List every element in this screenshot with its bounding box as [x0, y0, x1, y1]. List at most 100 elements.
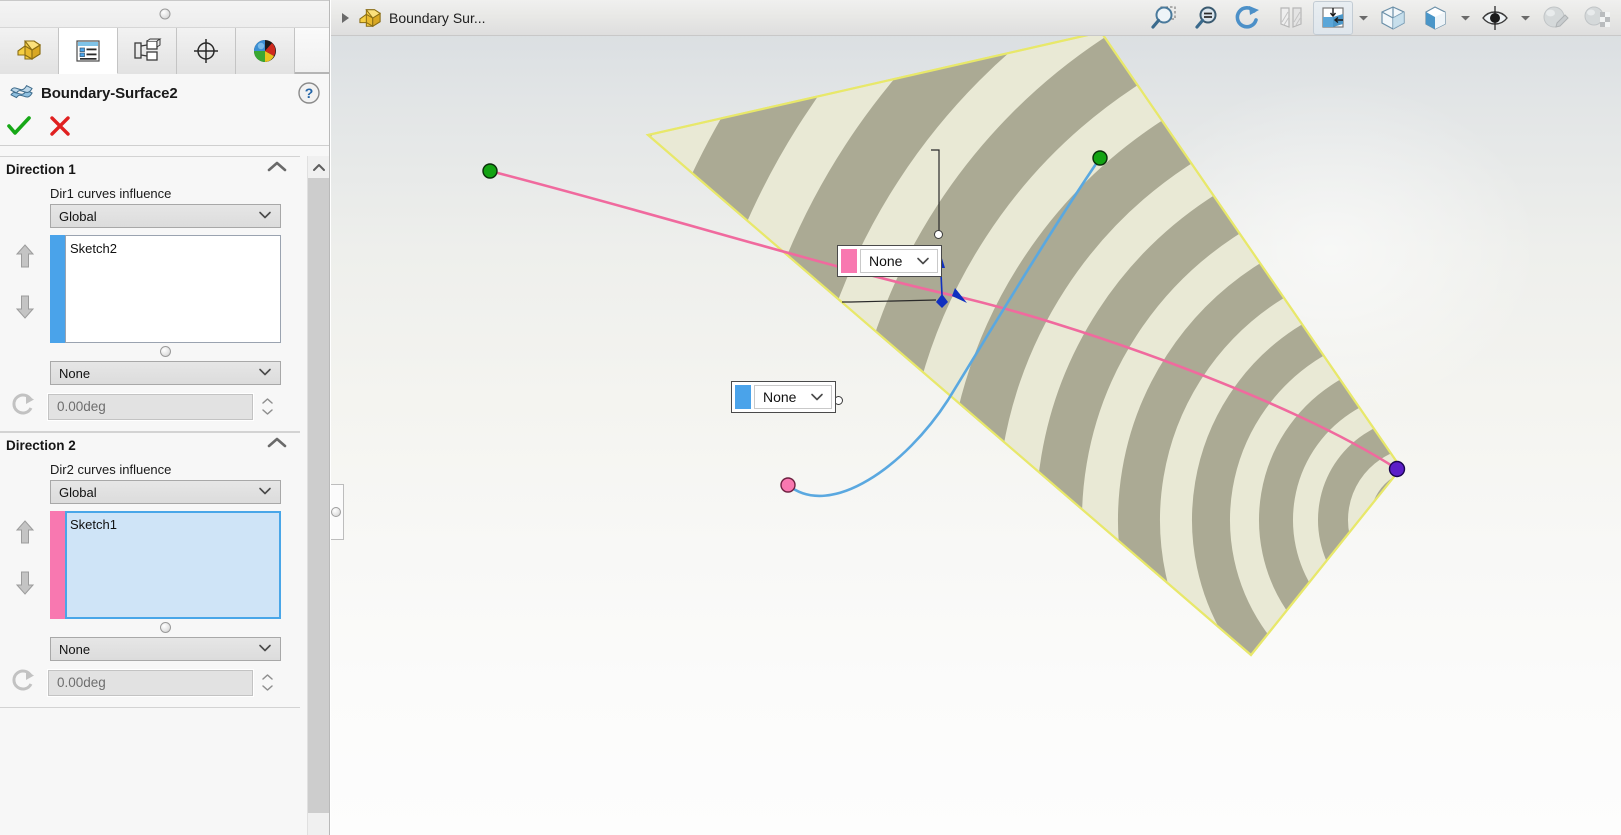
viewport-toolbar: Boundary Sur...: [331, 0, 1621, 36]
tool-apply-scene[interactable]: [1535, 1, 1575, 35]
dir1-resize-handle-row: [50, 346, 281, 357]
tool-rotate-view[interactable]: [1229, 1, 1269, 35]
rotate-arrow-icon: [12, 669, 34, 691]
tool-hide-show-items-caret[interactable]: [1517, 1, 1533, 35]
tab-dimxpert-manager[interactable]: [177, 28, 236, 74]
section-direction1-title: Direction 1: [6, 162, 76, 177]
callout-dir1-anchor[interactable]: [934, 230, 943, 239]
tool-shaded-mode-caret[interactable]: [1457, 1, 1473, 35]
graphics-viewport[interactable]: None None Boundary Sur...: [331, 0, 1621, 835]
arrow-down-icon: [15, 571, 35, 595]
tool-view-orientation[interactable]: [1313, 0, 1353, 35]
section-direction2-collapse-icon[interactable]: [266, 436, 288, 455]
tool-shaded-mode[interactable]: [1415, 1, 1455, 35]
endpoint-green-right[interactable]: [1092, 150, 1108, 166]
ok-button[interactable]: [6, 115, 32, 142]
tab-display-manager[interactable]: [236, 28, 295, 74]
tool-display-style[interactable]: [1373, 1, 1413, 35]
tool-zoom-to-area[interactable]: [1145, 1, 1185, 35]
shaded-cube-icon: [1425, 5, 1446, 30]
endpoint-purple-right[interactable]: [1388, 460, 1406, 478]
yellow-part-icon: [359, 8, 382, 27]
chevron-down-icon: [258, 207, 272, 225]
section-direction1: Direction 1 Dir1 curves influence Global: [0, 156, 300, 432]
section-direction2: Direction 2 Dir2 curves influence Global: [0, 432, 300, 708]
list-item[interactable]: Sketch2: [70, 240, 280, 257]
dir2-move-down-button[interactable]: [15, 570, 35, 601]
endpoint-pink-bottom[interactable]: [780, 477, 796, 493]
tab-configuration-manager[interactable]: [118, 28, 177, 74]
scrollbar-thumb[interactable]: [308, 178, 329, 813]
dir2-listbox-resize-handle[interactable]: [160, 622, 171, 633]
panel-scrollbar[interactable]: [307, 156, 329, 835]
callout-dir2-label: None: [763, 389, 797, 405]
tool-view-settings[interactable]: [1577, 1, 1617, 35]
appearance-sphere-icon: [254, 40, 276, 62]
dir1-angle-row: 0.00deg: [0, 391, 300, 422]
dir2-influence-label: Dir2 curves influence: [50, 462, 172, 477]
help-question-icon[interactable]: ?: [297, 81, 321, 105]
dir2-listbox-wrap: Sketch1: [50, 511, 281, 619]
close-icon: [50, 116, 70, 136]
triangle-right-icon[interactable]: [339, 11, 351, 25]
svg-text:?: ?: [305, 85, 314, 101]
callout-dir1-select[interactable]: None: [860, 249, 938, 273]
panel-scroll-area: Direction 1 Dir1 curves influence Global: [0, 156, 329, 835]
tool-zoom-to-fit[interactable]: [1187, 1, 1227, 35]
callout-dir2[interactable]: None: [731, 381, 836, 413]
dir1-angle-input[interactable]: 0.00deg: [47, 392, 254, 421]
dir2-angle-input[interactable]: 0.00deg: [47, 668, 254, 697]
dir2-influence-select[interactable]: Global: [50, 480, 281, 504]
callout-dir2-color-strip: [735, 385, 751, 409]
tool-view-orientation-caret[interactable]: [1355, 1, 1371, 35]
dir1-curves-listbox[interactable]: Sketch2: [65, 235, 281, 343]
caret-down-icon: [1460, 15, 1470, 20]
dir2-move-up-button[interactable]: [15, 519, 35, 550]
list-item[interactable]: Sketch1: [70, 516, 279, 533]
draft-angle-rotate-icon: [8, 391, 40, 422]
callout-dir1-color-strip: [841, 249, 857, 273]
tool-section-view[interactable]: [1271, 1, 1311, 35]
tab-feature-manager-design-tree[interactable]: [0, 28, 59, 74]
scrollbar-up-button[interactable]: [308, 156, 329, 178]
dir2-curves-listbox[interactable]: Sketch1: [65, 511, 281, 619]
dir2-angle-spinner[interactable]: [256, 670, 278, 696]
callout-dir2-select[interactable]: None: [754, 385, 832, 409]
dir1-move-up-button[interactable]: [15, 243, 35, 274]
section-direction1-collapse-icon[interactable]: [266, 160, 288, 179]
dir1-listbox-resize-handle[interactable]: [160, 346, 171, 357]
dir1-listbox-wrap: Sketch2: [50, 235, 281, 343]
dir1-angle-value: 0.00deg: [57, 399, 106, 414]
endpoint-green-left[interactable]: [482, 163, 498, 179]
dir2-color-strip: [50, 511, 65, 619]
panel-tab-bar: [0, 28, 329, 74]
dir1-angle-spinner[interactable]: [256, 394, 278, 420]
dir1-influence-value: Global: [59, 208, 97, 224]
panel-splitter-handle[interactable]: [331, 484, 344, 540]
dir1-reorder-controls: [0, 235, 50, 343]
cancel-button[interactable]: [48, 115, 72, 142]
tool-hide-show-items[interactable]: [1475, 1, 1515, 35]
caret-down-icon: [1520, 15, 1530, 20]
dir1-influence-select[interactable]: Global: [50, 204, 281, 228]
dir2-angle-value: 0.00deg: [57, 675, 106, 690]
rotate-arrow-icon: [1235, 5, 1259, 29]
dir2-resize-handle-row: [50, 622, 281, 633]
dir1-move-down-button[interactable]: [15, 294, 35, 325]
scene-sphere-icon: [1543, 6, 1569, 28]
tab-property-manager[interactable]: [59, 28, 118, 74]
callout-dir1[interactable]: None: [837, 245, 942, 277]
section-direction2-header: Direction 2: [0, 432, 300, 458]
dir1-tangent-type-select[interactable]: None: [50, 361, 281, 385]
arrow-down-icon: [15, 295, 35, 319]
configuration-tree-icon: [134, 38, 162, 61]
dir2-tangent-type-select[interactable]: None: [50, 637, 281, 661]
solidworks-window: Boundary-Surface2 ? Direction 1 Dir1 cur…: [0, 0, 1621, 835]
panel-pin-handle[interactable]: [159, 8, 170, 20]
crosshair-target-icon: [194, 39, 218, 63]
magnifier-box-icon: [1151, 6, 1176, 29]
checker-sphere-icon: [1584, 6, 1610, 27]
breadcrumb[interactable]: Boundary Sur...: [331, 7, 486, 29]
confirm-bar: [0, 112, 329, 146]
breadcrumb-label: Boundary Sur...: [389, 9, 486, 26]
